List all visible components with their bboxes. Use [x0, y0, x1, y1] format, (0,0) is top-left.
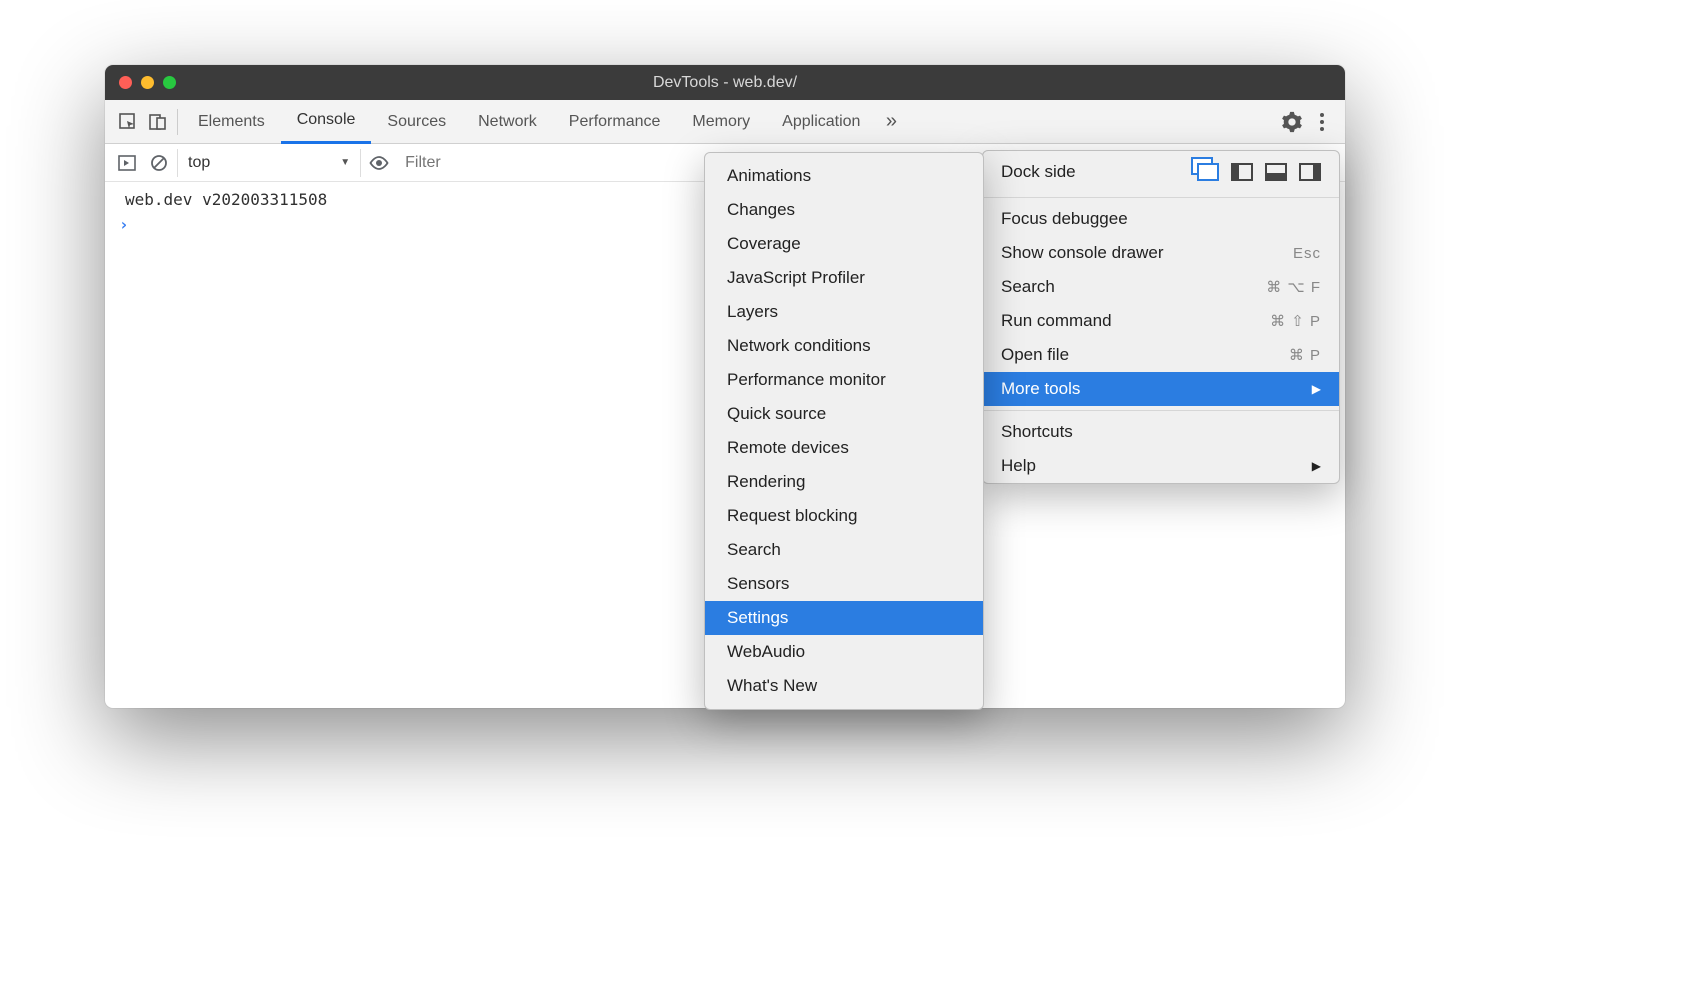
submenu-item-javascript-profiler[interactable]: JavaScript Profiler	[705, 261, 983, 295]
dock-left-icon[interactable]	[1231, 163, 1253, 181]
execution-context-selector[interactable]: top ▼	[177, 149, 361, 177]
submenu-arrow-icon: ▶	[1312, 459, 1321, 473]
titlebar: DevTools - web.dev/	[105, 65, 1345, 100]
tab-elements[interactable]: Elements	[182, 100, 281, 144]
menu-divider	[983, 410, 1339, 411]
live-expression-eye-icon[interactable]	[365, 149, 393, 177]
dock-side-row: Dock side	[983, 151, 1339, 193]
menu-search[interactable]: Search⌘ ⌥ F	[983, 270, 1339, 304]
filter-input[interactable]	[405, 149, 685, 177]
menu-more-tools[interactable]: More tools▶	[983, 372, 1339, 406]
submenu-item-changes[interactable]: Changes	[705, 193, 983, 227]
submenu-item-request-blocking[interactable]: Request blocking	[705, 499, 983, 533]
dock-right-icon[interactable]	[1299, 163, 1321, 181]
submenu-arrow-icon: ▶	[1312, 382, 1321, 396]
main-menu: Dock side Focus debuggee Show console dr…	[982, 150, 1340, 484]
submenu-item-sensors[interactable]: Sensors	[705, 567, 983, 601]
tab-console[interactable]: Console	[281, 100, 372, 144]
kebab-menu-icon[interactable]	[1307, 107, 1337, 137]
dock-side-label: Dock side	[1001, 162, 1076, 182]
menu-divider	[983, 197, 1339, 198]
dock-options	[1197, 163, 1321, 181]
device-toolbar-icon[interactable]	[143, 107, 173, 137]
tab-performance[interactable]: Performance	[553, 100, 677, 144]
more-tabs-chevron-icon[interactable]: »	[876, 107, 906, 137]
submenu-item-webaudio[interactable]: WebAudio	[705, 635, 983, 669]
menu-focus-debuggee[interactable]: Focus debuggee	[983, 202, 1339, 236]
menu-run-command[interactable]: Run command⌘ ⇧ P	[983, 304, 1339, 338]
submenu-item-what-s-new[interactable]: What's New	[705, 669, 983, 703]
submenu-item-network-conditions[interactable]: Network conditions	[705, 329, 983, 363]
clear-console-icon[interactable]	[145, 149, 173, 177]
tab-application[interactable]: Application	[766, 100, 876, 144]
toggle-sidebar-icon[interactable]	[113, 149, 141, 177]
tab-memory[interactable]: Memory	[676, 100, 766, 144]
submenu-item-remote-devices[interactable]: Remote devices	[705, 431, 983, 465]
submenu-item-layers[interactable]: Layers	[705, 295, 983, 329]
submenu-item-performance-monitor[interactable]: Performance monitor	[705, 363, 983, 397]
menu-show-console-drawer[interactable]: Show console drawerEsc	[983, 236, 1339, 270]
menu-shortcuts[interactable]: Shortcuts	[983, 415, 1339, 449]
settings-gear-icon[interactable]	[1277, 107, 1307, 137]
tab-network[interactable]: Network	[462, 100, 553, 144]
submenu-item-settings[interactable]: Settings	[705, 601, 983, 635]
submenu-item-rendering[interactable]: Rendering	[705, 465, 983, 499]
submenu-item-coverage[interactable]: Coverage	[705, 227, 983, 261]
dropdown-triangle-icon: ▼	[340, 157, 350, 168]
more-tools-submenu: AnimationsChangesCoverageJavaScript Prof…	[704, 152, 984, 710]
submenu-item-animations[interactable]: Animations	[705, 159, 983, 193]
window-title: DevTools - web.dev/	[105, 74, 1345, 92]
submenu-item-quick-source[interactable]: Quick source	[705, 397, 983, 431]
inspect-element-icon[interactable]	[113, 107, 143, 137]
tab-sources[interactable]: Sources	[371, 100, 462, 144]
divider	[177, 109, 178, 135]
context-label: top	[188, 154, 210, 172]
menu-open-file[interactable]: Open file⌘ P	[983, 338, 1339, 372]
panel-tabbar: Elements Console Sources Network Perform…	[105, 100, 1345, 144]
submenu-item-search[interactable]: Search	[705, 533, 983, 567]
dock-bottom-icon[interactable]	[1265, 163, 1287, 181]
menu-help[interactable]: Help▶	[983, 449, 1339, 483]
dock-undock-icon[interactable]	[1197, 163, 1219, 181]
